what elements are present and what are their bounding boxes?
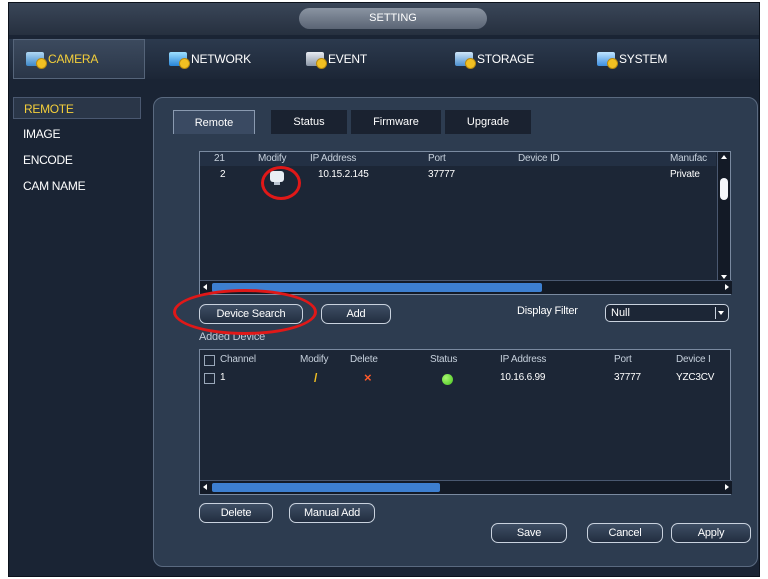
scroll-left-icon[interactable] — [203, 284, 207, 290]
pencil-icon[interactable]: / — [314, 371, 317, 385]
display-filter-select[interactable]: Null — [605, 304, 729, 322]
manual-add-button[interactable]: Manual Add — [289, 503, 375, 523]
vertical-scrollbar[interactable] — [717, 152, 730, 282]
annotation-circle-device-search — [173, 289, 317, 335]
hscroll-thumb[interactable] — [212, 483, 440, 492]
row-channel: 1 — [220, 372, 226, 383]
row-manufacturer: Private — [670, 169, 700, 180]
horizontal-scrollbar[interactable] — [200, 480, 732, 494]
header-port: Port — [428, 153, 446, 164]
header-channel: Channel — [220, 354, 256, 365]
scroll-up-icon[interactable] — [721, 155, 727, 159]
nav-event[interactable]: EVENT — [306, 39, 406, 79]
nav-event-label: EVENT — [328, 52, 368, 66]
header-device-id: Device I — [676, 354, 711, 365]
nav-camera[interactable]: CAMERA — [13, 39, 145, 79]
window-title: SETTING — [299, 8, 487, 29]
header-delete: Delete — [350, 354, 378, 365]
nav-camera-label: CAMERA — [48, 52, 99, 66]
setting-window: SETTING CAMERA NETWORK EVENT STORAGE SYS… — [8, 2, 760, 577]
tab-upgrade[interactable]: Upgrade — [445, 110, 531, 134]
row-ip-address: 10.16.6.99 — [500, 372, 546, 383]
display-filter-label: Display Filter — [517, 305, 578, 317]
cancel-button[interactable]: Cancel — [587, 523, 663, 543]
row-index: 2 — [220, 169, 226, 180]
nav-storage[interactable]: STORAGE — [455, 39, 565, 79]
nav-network-label: NETWORK — [191, 52, 251, 66]
network-icon — [169, 52, 190, 69]
row-device-id: YZC3CV — [676, 372, 715, 383]
sidebar-item-cam-name[interactable]: CAM NAME — [13, 175, 141, 197]
sidebar-item-encode[interactable]: ENCODE — [13, 149, 141, 171]
header-port: Port — [614, 354, 632, 365]
nav-network[interactable]: NETWORK — [169, 39, 279, 79]
tab-remote[interactable]: Remote — [173, 110, 255, 134]
apply-button[interactable]: Apply — [671, 523, 751, 543]
event-icon — [306, 52, 327, 69]
annotation-circle-modify — [261, 166, 301, 200]
add-button[interactable]: Add — [321, 304, 391, 324]
title-bar: SETTING — [9, 3, 759, 35]
scroll-right-icon[interactable] — [725, 484, 729, 490]
system-icon — [597, 52, 618, 69]
row-port: 37777 — [614, 372, 641, 383]
header-ip-address: IP Address — [310, 153, 357, 164]
select-all-checkbox[interactable] — [204, 355, 215, 366]
scroll-down-icon[interactable] — [721, 275, 727, 279]
scroll-thumb[interactable] — [720, 178, 728, 200]
row-ip-address: 10.15.2.145 — [318, 169, 369, 180]
sidebar-item-image[interactable]: IMAGE — [13, 123, 141, 145]
save-button[interactable]: Save — [491, 523, 567, 543]
row-port: 37777 — [428, 169, 455, 180]
header-modify: Modify — [258, 153, 287, 164]
scroll-left-icon[interactable] — [203, 484, 207, 490]
header-count: 21 — [214, 153, 225, 164]
sidebar: REMOTE IMAGE ENCODE CAM NAME — [9, 87, 149, 576]
header-status: Status — [430, 354, 458, 365]
nav-storage-label: STORAGE — [477, 52, 535, 66]
camera-icon — [26, 52, 47, 69]
header-device-id: Device ID — [518, 153, 560, 164]
tab-firmware[interactable]: Firmware — [351, 110, 441, 134]
storage-icon — [455, 52, 476, 69]
status-online-icon — [442, 374, 453, 385]
scroll-right-icon[interactable] — [725, 284, 729, 290]
nav-system[interactable]: SYSTEM — [597, 39, 707, 79]
added-device-table: Channel Modify Delete Status IP Address … — [199, 349, 732, 495]
delete-x-icon[interactable]: × — [364, 370, 372, 385]
delete-button[interactable]: Delete — [199, 503, 273, 523]
sidebar-item-remote[interactable]: REMOTE — [13, 97, 141, 119]
row-checkbox[interactable] — [204, 373, 215, 384]
nav-system-label: SYSTEM — [619, 52, 668, 66]
header-modify: Modify — [300, 354, 329, 365]
tab-status[interactable]: Status — [271, 110, 347, 134]
top-nav: CAMERA NETWORK EVENT STORAGE SYSTEM — [9, 39, 759, 79]
header-manufacturer: Manufac — [670, 153, 707, 164]
chevron-down-icon[interactable] — [715, 307, 726, 319]
header-ip-address: IP Address — [500, 354, 547, 365]
display-filter-value: Null — [611, 307, 630, 319]
